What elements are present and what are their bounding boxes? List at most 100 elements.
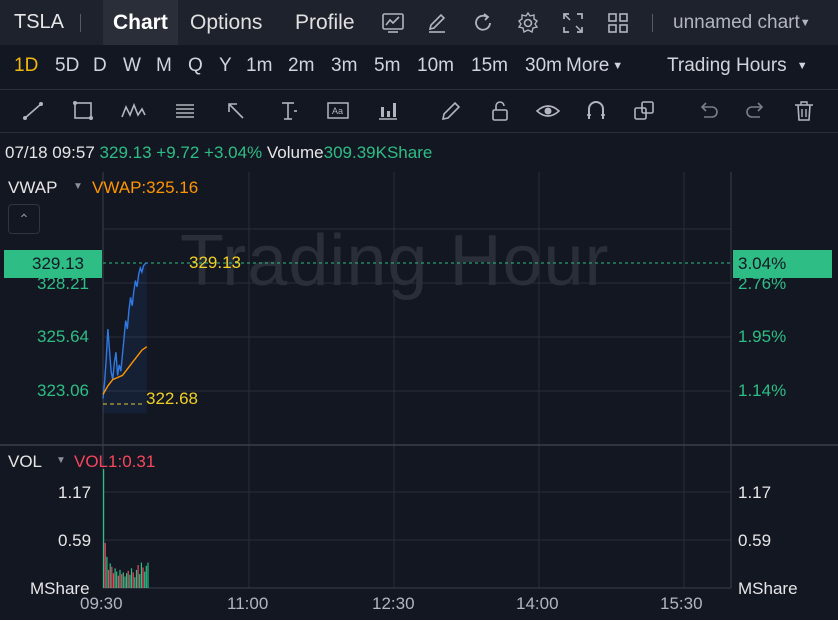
- vwap-indicator-label[interactable]: VWAP: [8, 178, 57, 198]
- volume-bar: [114, 568, 116, 588]
- volume-bar: [112, 573, 115, 588]
- low-price-marker: 322.68: [146, 389, 198, 408]
- volume-bar: [137, 565, 139, 588]
- volume-axis-label: 0.59: [738, 531, 772, 550]
- visibility-icon[interactable]: [534, 97, 562, 125]
- more-label: More: [566, 55, 610, 76]
- rectangle-icon[interactable]: [69, 97, 97, 125]
- price-area: [103, 263, 147, 414]
- tab-options[interactable]: Options: [190, 0, 262, 45]
- volume-bar: [145, 565, 147, 588]
- quote-change-pct: +3.04%: [204, 143, 263, 162]
- chevron-down-icon: ▼: [799, 16, 811, 29]
- period-30m[interactable]: 30m: [525, 55, 562, 77]
- layers-icon[interactable]: [630, 97, 658, 125]
- magnet-icon[interactable]: [582, 97, 610, 125]
- volume-bar: [127, 570, 129, 588]
- screenshot-chart-icon[interactable]: [380, 10, 406, 36]
- volume-axis-label: 1.17: [738, 483, 772, 502]
- vol-indicator-label[interactable]: VOL: [8, 452, 42, 472]
- volume-bar: [117, 575, 119, 588]
- pct-axis-label: 1.95%: [738, 327, 787, 346]
- volume-bar: [103, 469, 105, 588]
- trading-hours-label: Trading Hours: [667, 55, 787, 76]
- volume-bar: [106, 556, 108, 588]
- time-axis-label: 14:00: [516, 594, 559, 613]
- time-axis-label: 09:30: [80, 594, 123, 613]
- pct-axis-label: 2.76%: [738, 274, 787, 293]
- volume-bar: [111, 566, 113, 588]
- undo-icon[interactable]: [694, 97, 722, 125]
- chevron-down-icon: ▼: [612, 59, 624, 72]
- vol-value: VOL1:0.31: [74, 452, 156, 471]
- chevron-up-icon: ⌃: [18, 211, 30, 227]
- period-bar: 1D 5D D W M Q Y 1m 2m 3m 5m 10m 15m 30m …: [0, 45, 838, 90]
- quote-change: +9.72: [156, 143, 200, 162]
- volume-bar: [107, 569, 110, 588]
- trend-line-icon[interactable]: [19, 97, 47, 125]
- chart-name-dropdown[interactable]: unnamed chart▼: [673, 12, 811, 34]
- chart-canvas[interactable]: [0, 172, 838, 620]
- volume-bar: [129, 574, 131, 588]
- pattern-icon[interactable]: [119, 97, 147, 125]
- period-5d[interactable]: 5D: [55, 55, 79, 77]
- divider: [80, 14, 81, 32]
- period-q[interactable]: Q: [188, 55, 203, 77]
- tab-chart[interactable]: Chart: [103, 0, 178, 45]
- measure-icon[interactable]: [274, 97, 302, 125]
- period-1m[interactable]: 1m: [246, 55, 272, 77]
- arrow-icon[interactable]: [222, 97, 250, 125]
- period-w[interactable]: W: [123, 55, 141, 77]
- period-5m[interactable]: 5m: [374, 55, 400, 77]
- period-2m[interactable]: 2m: [288, 55, 314, 77]
- lock-icon[interactable]: [486, 97, 514, 125]
- volume-bar: [116, 571, 118, 588]
- volume-unit-label: MShare: [738, 579, 798, 598]
- volume-bar: [119, 569, 121, 588]
- volume-bar: [104, 542, 106, 588]
- volume-label: Volume: [266, 143, 324, 162]
- volume-bar: [132, 572, 134, 588]
- period-1d[interactable]: 1D: [14, 55, 38, 77]
- price-axis-label: 328.21: [37, 274, 89, 293]
- quote-price: 329.13: [99, 143, 152, 162]
- symbol-label[interactable]: TSLA: [14, 11, 64, 34]
- volume-bar: [109, 563, 111, 588]
- settings-icon[interactable]: [515, 10, 541, 36]
- delete-icon[interactable]: [790, 97, 818, 125]
- quote-datetime: 07/18 09:57: [5, 143, 95, 162]
- chevron-down-icon[interactable]: ▼: [73, 181, 83, 192]
- svg-text:Aa: Aa: [332, 106, 343, 116]
- collapse-panel-button[interactable]: ⌃: [8, 204, 40, 234]
- period-d[interactable]: D: [93, 55, 107, 77]
- chevron-down-icon[interactable]: ▼: [56, 455, 66, 466]
- period-15m[interactable]: 15m: [471, 55, 508, 77]
- tab-profile[interactable]: Profile: [295, 0, 355, 45]
- period-m[interactable]: M: [156, 55, 172, 77]
- fullscreen-icon[interactable]: [560, 10, 586, 36]
- brush-icon[interactable]: [437, 97, 465, 125]
- time-axis-label: 12:30: [372, 594, 415, 613]
- refresh-icon[interactable]: [470, 10, 496, 36]
- chevron-down-icon: ▼: [796, 59, 808, 72]
- volume-bar: [147, 562, 149, 588]
- layout-grid-icon[interactable]: [605, 10, 631, 36]
- period-y[interactable]: Y: [219, 55, 232, 77]
- volume-bar: [126, 573, 128, 588]
- volume-bar: [144, 571, 146, 588]
- volume-bar: [140, 562, 142, 588]
- period-3m[interactable]: 3m: [331, 55, 357, 77]
- text-note-icon[interactable]: Aa: [324, 97, 352, 125]
- fib-icon[interactable]: [171, 97, 199, 125]
- volume-bar: [135, 569, 138, 588]
- period-10m[interactable]: 10m: [417, 55, 454, 77]
- period-more-dropdown[interactable]: More ▼: [566, 55, 623, 77]
- indicator-icon[interactable]: [374, 97, 402, 125]
- divider: [652, 14, 653, 32]
- pct-axis-label: 1.14%: [738, 381, 787, 400]
- high-price-marker: 329.13: [189, 253, 241, 272]
- volume-bar: [142, 567, 144, 588]
- edit-icon[interactable]: [424, 10, 450, 36]
- trading-hours-dropdown[interactable]: Trading Hours ▼: [667, 55, 808, 77]
- redo-icon[interactable]: [742, 97, 770, 125]
